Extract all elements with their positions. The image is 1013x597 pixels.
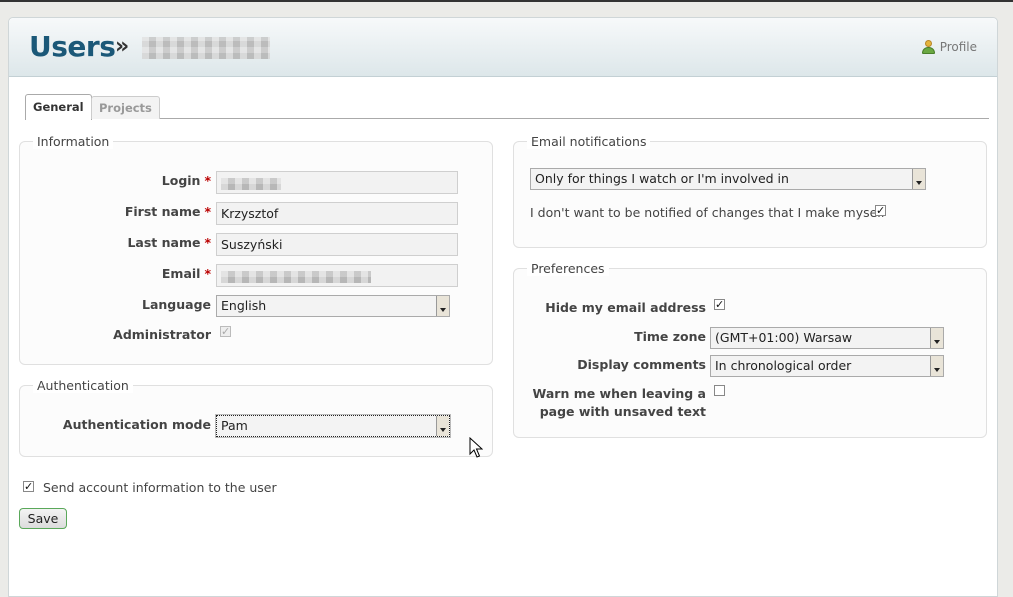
warn-leave-checkbox[interactable] (714, 385, 725, 396)
send-info-checkbox[interactable]: ✓ (23, 481, 34, 492)
chevron-down-icon (912, 169, 925, 189)
time-zone-label: Time zone (634, 329, 706, 344)
breadcrumb-separator: » (115, 34, 130, 59)
email-notifications-fieldset: Email notifications Only for things I wa… (513, 134, 987, 248)
information-legend: Information (33, 134, 114, 149)
email-label: Email * (161, 266, 211, 281)
preferences-legend: Preferences (527, 261, 609, 276)
chevron-down-icon (436, 416, 449, 436)
display-comments-select[interactable]: In chronological order (710, 355, 944, 377)
auth-mode-label: Authentication mode (62, 417, 211, 432)
login-field[interactable] (216, 171, 458, 194)
tab-general[interactable]: General (25, 94, 92, 120)
profile-label: Profile (939, 40, 977, 54)
profile-link[interactable]: Profile (921, 40, 977, 54)
time-zone-select[interactable]: (GMT+01:00) Warsaw (710, 327, 944, 349)
no-self-notification-checkbox[interactable]: ✓ (875, 205, 886, 216)
authentication-legend: Authentication (33, 378, 133, 393)
chevron-down-icon (930, 328, 943, 348)
window-top-edge (0, 0, 1013, 2)
notification-option-select[interactable]: Only for things I watch or I'm involved … (530, 168, 926, 190)
language-select[interactable]: English (216, 295, 450, 317)
auth-mode-select[interactable]: Pam (215, 414, 451, 438)
hide-email-label: Hide my email address (545, 300, 706, 315)
first-name-field[interactable]: Krzysztof (216, 202, 458, 225)
information-fieldset: Information Login * First name * Krzysztof… (19, 134, 493, 365)
send-info-label: Send account information to the user (43, 480, 277, 495)
page-title: Users (29, 30, 116, 63)
authentication-fieldset: Authentication Authentication mode Pam (19, 378, 493, 457)
chevron-down-icon (436, 296, 449, 316)
tab-bar: General Projects (25, 94, 989, 120)
user-icon (921, 40, 935, 54)
language-label: Language (141, 297, 211, 312)
tab-projects[interactable]: Projects (91, 96, 160, 119)
hide-email-checkbox[interactable]: ✓ (714, 299, 725, 310)
email-field[interactable] (216, 264, 458, 287)
warn-leave-label: Warn me when leaving a page with unsaved … (532, 386, 707, 419)
save-button[interactable]: Save (19, 508, 67, 529)
page-header: Users » Profile (9, 18, 997, 77)
last-name-label: Last name * (127, 235, 211, 250)
display-comments-label: Display comments (577, 357, 706, 372)
no-self-notification-label: I don't want to be notified of changes t… (530, 205, 886, 220)
preferences-fieldset: Preferences Hide my email address ✓ Time… (513, 261, 987, 438)
last-name-field[interactable]: Suszyński (216, 233, 458, 256)
administrator-label: Administrator (113, 327, 211, 342)
first-name-label: First name * (124, 204, 211, 219)
administrator-checkbox[interactable]: ✓ (220, 326, 231, 337)
login-label: Login * (161, 173, 211, 188)
chevron-down-icon (930, 356, 943, 376)
redacted-username (142, 37, 270, 59)
mouse-cursor-icon (469, 437, 483, 458)
email-notifications-legend: Email notifications (527, 134, 651, 149)
